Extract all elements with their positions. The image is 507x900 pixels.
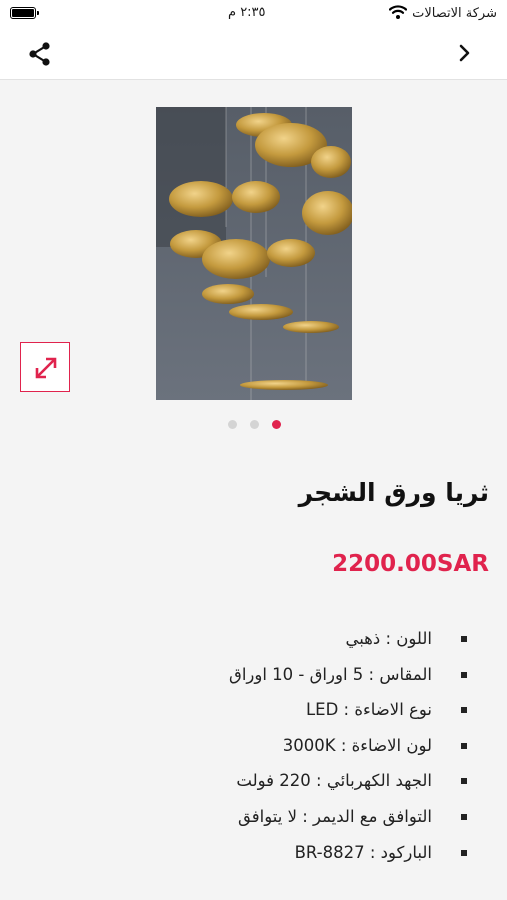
back-chevron-icon[interactable] [457,42,473,64]
navigation-bar [0,28,507,80]
carousel-dot[interactable] [228,420,237,429]
spec-item: الجهد الكهربائي : 220 فولت [27,768,467,804]
expand-icon [35,357,57,379]
product-price: 2200.00SAR [332,551,489,577]
bullet-icon [461,636,467,642]
product-title: ثريا ورق الشجر [298,478,489,507]
battery-icon [10,7,39,19]
bullet-icon [461,671,467,678]
spec-item: اللون : ذهبي [27,626,467,662]
carousel-dot-active[interactable] [272,420,281,429]
share-icon[interactable] [26,40,54,68]
status-bar: شركة الاتصالات ٢:٣٥ م [0,0,507,28]
product-image[interactable] [156,107,352,400]
product-specs-list: اللون : ذهبي المقاس : 5 اوراق - 10 اوراق… [27,626,467,875]
expand-image-button[interactable] [20,342,70,392]
spec-item: نوع الاضاءة : LED [27,697,467,733]
spec-item: الباركود : BR-8827 [27,840,467,876]
spec-item: لون الاضاءة : 3000K [27,733,467,769]
bullet-icon [461,849,467,856]
spec-item: المقاس : 5 اوراق - 10 اوراق [27,662,467,698]
carousel-dot[interactable] [250,420,259,429]
carousel-indicator [226,420,286,430]
spec-item: التوافق مع الديمر : لا يتوافق [27,804,467,840]
bullet-icon [461,742,467,749]
wifi-icon [388,4,408,24]
bullet-icon [461,707,467,714]
bullet-icon [461,778,467,785]
status-time: ٢:٣٥ م [228,5,266,20]
bullet-icon [461,813,467,820]
carrier-name: شركة الاتصالات [412,6,497,21]
